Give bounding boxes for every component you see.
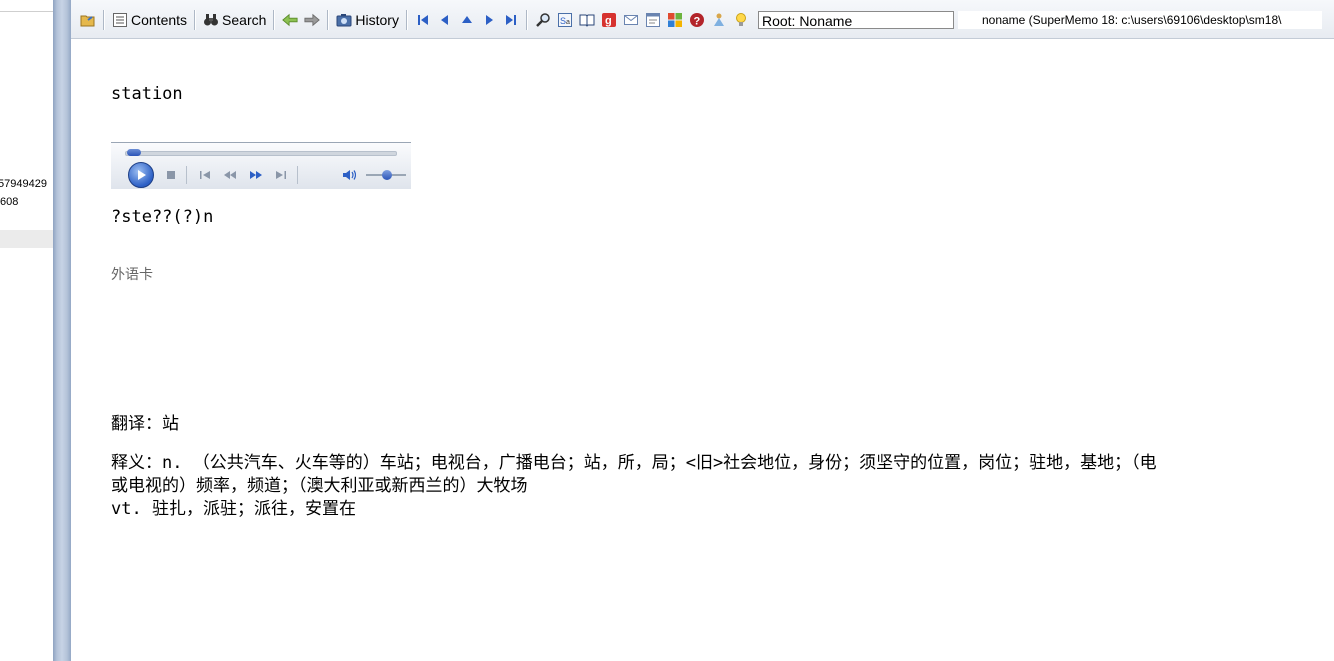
envelope-icon <box>623 12 639 28</box>
rewind-button[interactable] <box>223 170 237 180</box>
window-icon <box>645 12 661 28</box>
left-panel: 57949429 608 <box>0 0 53 661</box>
volume-slider[interactable] <box>366 170 406 180</box>
translation: 翻译：站 <box>111 414 179 434</box>
toolbar-separator <box>327 10 330 30</box>
selected-row[interactable] <box>0 230 53 248</box>
camera-icon <box>336 12 352 28</box>
stop-button[interactable] <box>166 170 176 180</box>
rewind-icon <box>224 171 236 179</box>
speaker-icon <box>343 170 356 180</box>
triangle-left-icon <box>437 12 453 28</box>
previous-track-icon <box>200 171 210 179</box>
player-divider <box>297 166 298 184</box>
figure-icon <box>711 12 727 28</box>
card-type: 外语卡 <box>111 267 153 283</box>
search-label: Search <box>222 12 267 28</box>
svg-text:a: a <box>566 19 570 26</box>
svg-text:g: g <box>605 15 612 27</box>
triangle-right-icon <box>481 12 497 28</box>
help-icon: ? <box>689 12 705 28</box>
volume-knob[interactable] <box>382 170 392 180</box>
next-track-icon <box>276 171 286 179</box>
history-label: History <box>355 12 399 28</box>
seek-bar[interactable] <box>125 151 397 156</box>
lightbulb-icon <box>733 12 749 28</box>
skip-last-icon <box>503 12 519 28</box>
binoculars-icon <box>203 12 219 28</box>
tip-button[interactable] <box>730 9 752 31</box>
magnifier-icon <box>535 12 551 28</box>
pronunciation: ?ste??(?)n <box>111 207 214 227</box>
help-button[interactable]: ? <box>686 9 708 31</box>
forward-button[interactable] <box>301 9 323 31</box>
toolbar-separator <box>525 10 528 30</box>
last-element-button[interactable] <box>500 9 522 31</box>
first-element-button[interactable] <box>412 9 434 31</box>
windows-logo-icon <box>667 12 683 28</box>
fast-forward-icon <box>250 171 262 179</box>
panel-splitter[interactable] <box>53 0 71 661</box>
panel-divider <box>0 11 53 12</box>
definition: 释义：n. （公共汽车、火车等的）车站；电视台，广播电台；站，所，局；<旧>社会… <box>111 452 1157 521</box>
play-icon <box>138 170 146 180</box>
dictionary-button[interactable]: Sa <box>554 9 576 31</box>
toolbar-separator <box>103 10 105 30</box>
definition-line: 或电视的）频率，频道；（澳大利亚或新西兰的）大牧场 <box>111 476 528 496</box>
web-import-button[interactable] <box>642 9 664 31</box>
card-content: station ?ste??(?)n 外语卡 翻译：站 释义：n. （公共汽车、… <box>71 39 1334 661</box>
mail-button[interactable] <box>620 9 642 31</box>
parent-element-button[interactable] <box>456 9 478 31</box>
svg-text:?: ? <box>693 16 700 28</box>
previous-track-button[interactable] <box>199 170 211 180</box>
skip-first-icon <box>415 12 431 28</box>
mute-button[interactable] <box>342 169 356 181</box>
folder-icon <box>80 12 96 28</box>
definition-line: 释义：n. （公共汽车、火车等的）车站；电视台，广播电台；站，所，局；<旧>社会… <box>111 453 1157 473</box>
card-word: station <box>111 84 183 104</box>
book-icon <box>579 12 595 28</box>
google-icon: g <box>601 12 617 28</box>
next-track-button[interactable] <box>275 170 287 180</box>
stop-icon <box>167 171 175 179</box>
play-button[interactable] <box>128 162 154 188</box>
previous-element-button[interactable] <box>434 9 456 31</box>
history-button[interactable]: History <box>333 9 402 31</box>
seek-thumb[interactable] <box>127 149 141 156</box>
back-button[interactable] <box>279 9 301 31</box>
root-field[interactable]: Root: Noname <box>757 11 954 29</box>
dictionary-icon: Sa <box>557 12 573 28</box>
arrow-left-icon <box>282 12 298 28</box>
contents-label: Contents <box>131 12 188 28</box>
fast-forward-button[interactable] <box>249 170 263 180</box>
toolbar-separator <box>273 10 276 30</box>
office-button[interactable] <box>664 9 686 31</box>
contents-icon <box>112 12 128 28</box>
element-number-1: 57949429 <box>0 178 47 190</box>
toolbar-separator <box>405 10 408 30</box>
mercury-button[interactable] <box>708 9 730 31</box>
toolbar: Contents Search History S a g ? Root: No… <box>71 0 1334 39</box>
next-element-button[interactable] <box>478 9 500 31</box>
contents-button[interactable]: Contents <box>109 9 190 31</box>
open-folder-button[interactable] <box>77 9 99 31</box>
triangle-up-icon <box>459 12 475 28</box>
google-button[interactable]: g <box>598 9 620 31</box>
toolbar-separator <box>194 10 197 30</box>
media-player <box>111 142 411 189</box>
definition-line: vt. 驻扎，派驻；派往，安置在 <box>111 499 356 519</box>
status-field: noname (SuperMemo 18: c:\users\69106\des… <box>957 11 1322 29</box>
open-book-button[interactable] <box>576 9 598 31</box>
find-button[interactable] <box>532 9 554 31</box>
arrow-right-icon <box>304 12 321 28</box>
player-divider <box>186 166 187 184</box>
search-button[interactable]: Search <box>200 9 269 31</box>
element-number-2: 608 <box>0 196 19 208</box>
